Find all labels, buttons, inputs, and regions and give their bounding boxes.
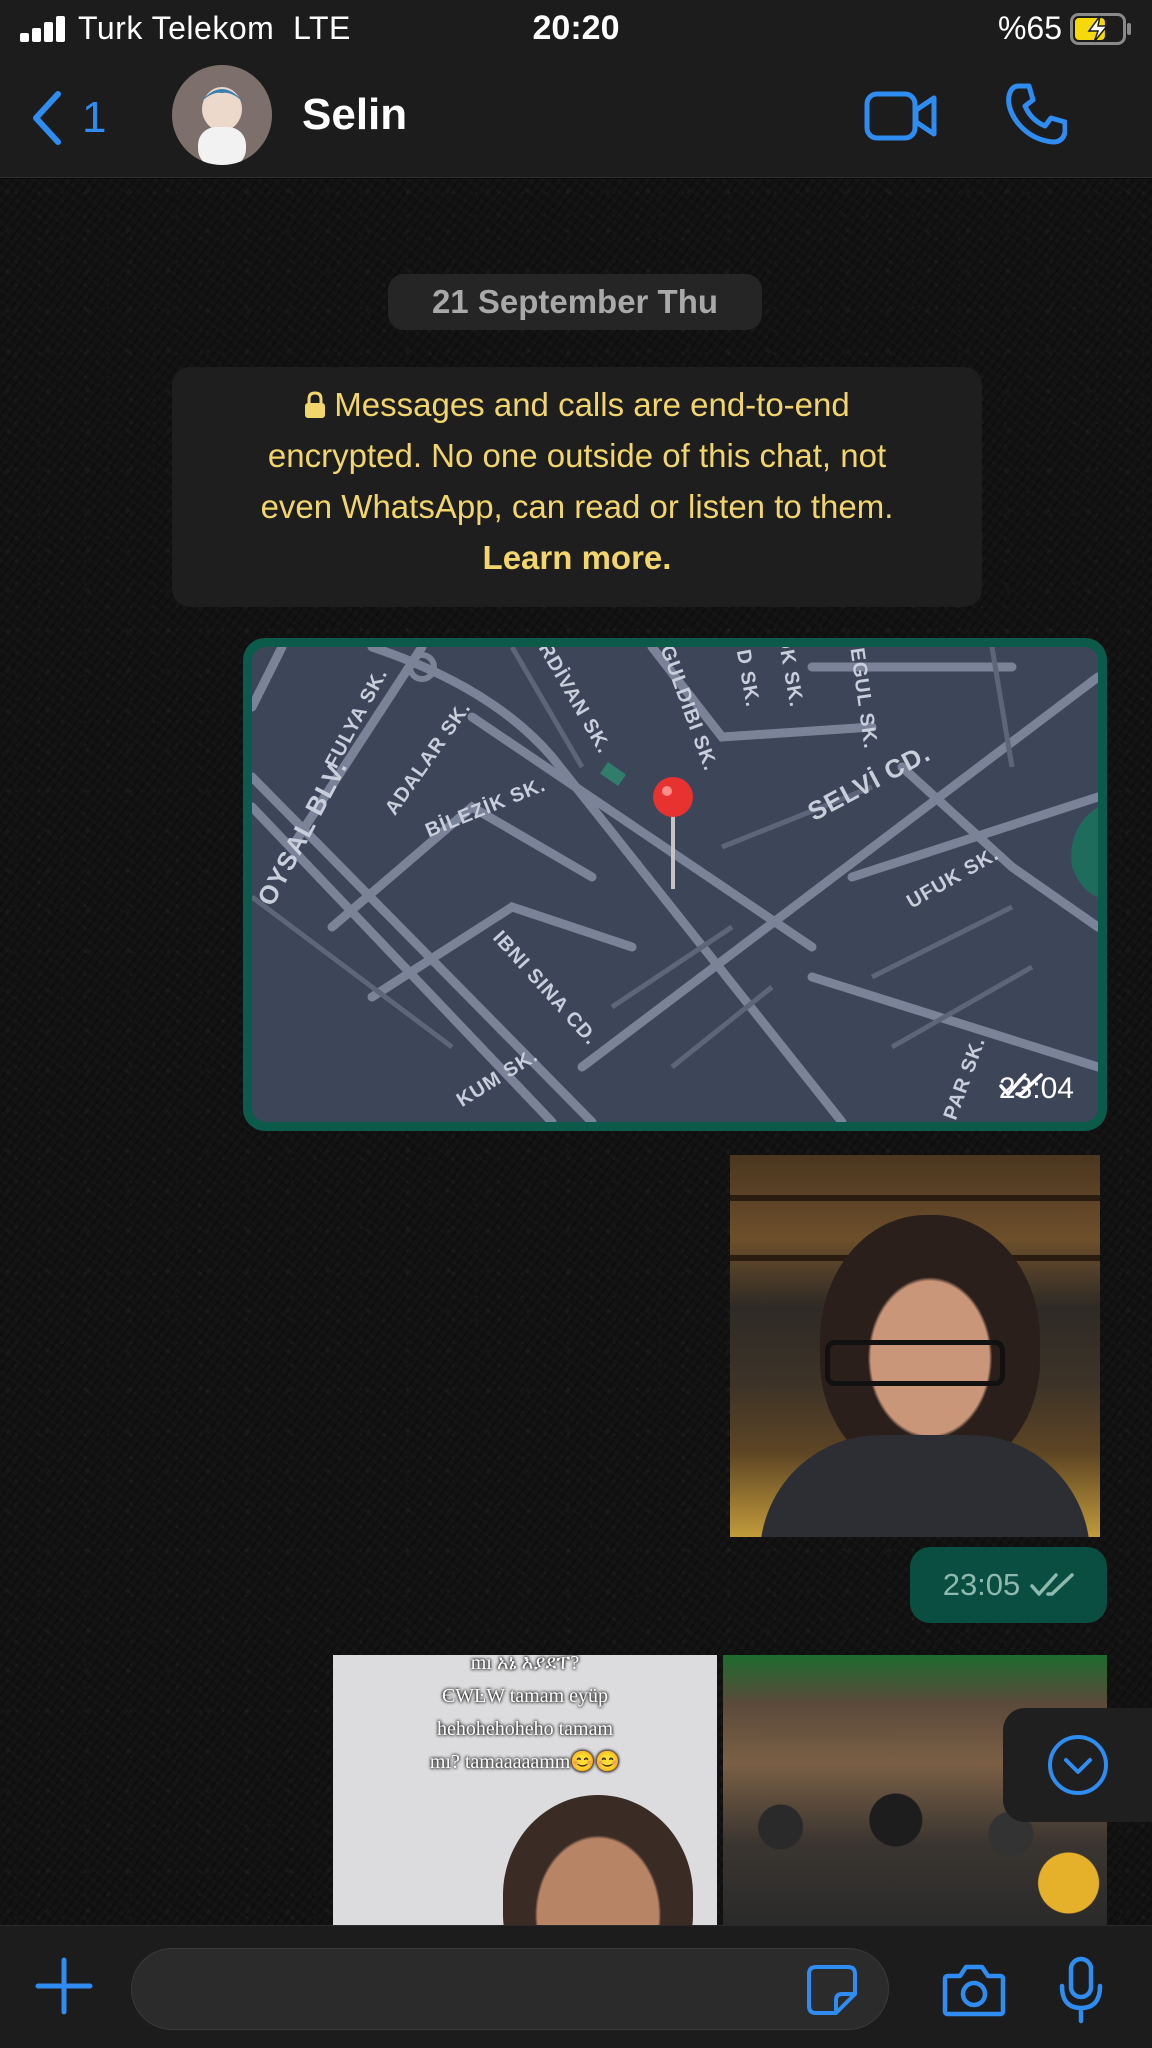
battery-icon (1070, 13, 1131, 45)
status-bar: Turk Telekom LTE 20:20 %65 (0, 0, 1152, 58)
chevron-down-icon (1047, 1735, 1108, 1795)
plus-icon[interactable] (34, 1956, 94, 2016)
lock-icon (305, 391, 326, 418)
photo-detail (760, 1435, 1090, 1537)
video-call-icon[interactable] (864, 88, 938, 144)
avatar-image (172, 65, 272, 165)
chat-area[interactable]: 21 September Thu Messages and calls are … (0, 179, 1152, 1925)
battery-percentage: %65 (997, 10, 1062, 46)
learn-more-link[interactable]: Learn more. (172, 532, 982, 583)
unread-count: 1 (82, 93, 107, 142)
photo-message[interactable] (730, 1155, 1100, 1537)
media-caption: mı አኔ እያደፐ? ЄWĿW tamam eyüp hehohehoheho… (333, 1655, 717, 1779)
caption-line: hehohehoheho tamam (436, 1718, 614, 1740)
location-map[interactable]: FULYA SK. ADALAR SK. RDİVAN SK. GULDIBI … (252, 647, 1098, 1122)
caption-line: mı? tamaaaaamm😊😊 (429, 1751, 621, 1773)
encryption-line-3: even WhatsApp, can read or listen to the… (260, 488, 894, 525)
message-meta-bubble: 23:05 (910, 1547, 1107, 1623)
encryption-line-2: encrypted. No one outside of this chat, … (267, 437, 887, 474)
avatar[interactable] (172, 65, 272, 165)
media-thumbnail[interactable]: mı አኔ እያደፐ? ЄWĿW tamam eyüp hehohehoheho… (333, 1655, 717, 1925)
message-meta: 23:04 (999, 1072, 1074, 1106)
map-pin-icon (653, 777, 693, 889)
back-button[interactable]: 1 (30, 86, 140, 150)
photo-detail (825, 1340, 1005, 1386)
scroll-to-bottom-button[interactable] (1003, 1708, 1152, 1822)
back-chevron-icon (33, 91, 61, 145)
microphone-icon[interactable] (1058, 1956, 1104, 2024)
chat-header: 1 Selin (0, 58, 1152, 178)
message-input[interactable] (131, 1948, 889, 2030)
date-separator: 21 September Thu (388, 274, 762, 330)
media-subject (503, 1795, 693, 1925)
composer-bar (0, 1925, 1152, 2048)
double-check-icon (1030, 1573, 1075, 1596)
caption-line: mı አኔ እያደፐ? (470, 1655, 580, 1674)
double-check-icon (999, 1073, 1043, 1096)
encryption-notice[interactable]: Messages and calls are end-to-end encryp… (172, 367, 982, 607)
sticker-icon[interactable] (806, 1964, 858, 2016)
encryption-line-1: Messages and calls are end-to-end (334, 386, 850, 423)
contact-name[interactable]: Selin (302, 90, 407, 140)
message-time: 23:05 (942, 1567, 1021, 1602)
clock: 20:20 (532, 9, 620, 47)
caption-line: ЄWĿW tamam eyüp (441, 1685, 609, 1707)
location-message[interactable]: FULYA SK. ADALAR SK. RDİVAN SK. GULDIBI … (243, 638, 1107, 1131)
camera-icon[interactable] (942, 1962, 1006, 2018)
phone-icon[interactable] (1005, 82, 1067, 146)
